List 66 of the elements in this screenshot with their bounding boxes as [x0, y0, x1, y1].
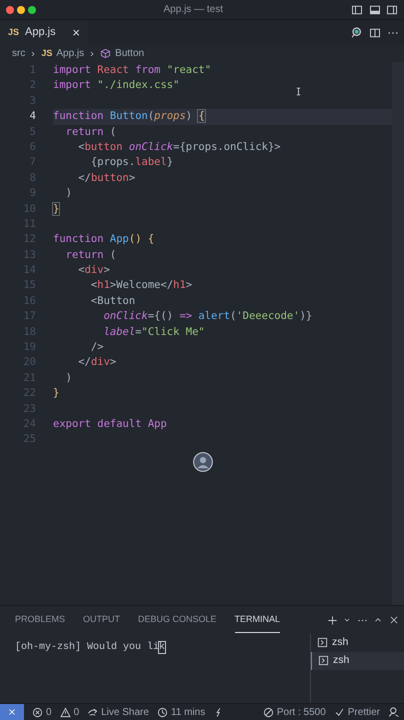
no-entry-icon[interactable] — [262, 706, 274, 718]
search-icon[interactable] — [350, 26, 364, 39]
code-line: <button onClick={props.onClick}> — [77, 140, 281, 153]
warning-icon[interactable] — [60, 706, 71, 718]
code-line: <h1>Welcome</h1> — [90, 279, 192, 292]
terminal-icon — [317, 637, 328, 648]
chevron-down-icon[interactable] — [343, 616, 351, 624]
sidebar-toggle-icon[interactable] — [386, 4, 398, 16]
code-line: /> — [90, 341, 104, 354]
panel-toggle-icon[interactable] — [368, 4, 380, 16]
close-icon[interactable] — [388, 615, 398, 625]
panel-tab[interactable]: PROBLEMS — [15, 607, 66, 633]
code-line: </button> — [77, 172, 136, 184]
sidebar-toggle-icon[interactable] — [351, 4, 363, 16]
code-line: import "./index.css" — [53, 79, 180, 92]
status-item[interactable]: 0 — [74, 704, 80, 720]
panel-tab[interactable]: TERMINAL — [234, 606, 280, 634]
code-line: return ( — [64, 126, 116, 138]
remote-button[interactable] — [0, 704, 24, 720]
code-line: function App() { — [53, 233, 154, 246]
plus-icon[interactable] — [326, 614, 338, 626]
code-line: } — [53, 202, 60, 215]
code-line: ) — [64, 187, 72, 200]
line-number: 4 — [28, 109, 37, 124]
feedback-icon[interactable] — [388, 706, 400, 718]
error-icon[interactable] — [32, 706, 43, 718]
code-line: function Button(props) { — [53, 110, 205, 122]
status-item[interactable]: Live Share — [101, 704, 149, 720]
code-line: return ( — [64, 248, 116, 261]
scrollbar[interactable] — [392, 62, 404, 605]
check-icon[interactable] — [334, 706, 345, 718]
history-icon[interactable] — [156, 706, 168, 718]
status-item[interactable]: 0 — [46, 704, 52, 720]
breadcrumb-item[interactable]: src — [12, 46, 26, 61]
code-line: } — [53, 387, 60, 400]
avatar-icon — [193, 452, 213, 472]
breadcrumb-item[interactable]: App.js — [56, 46, 84, 61]
text-cursor-icon — [294, 86, 303, 97]
code-line: <div> — [77, 264, 110, 276]
panel-tab[interactable]: DEBUG CONSOLE — [138, 607, 217, 633]
breadcrumb-item[interactable]: Button — [115, 46, 144, 61]
split-editor-icon[interactable] — [369, 26, 381, 38]
status-item[interactable]: 11 mins — [170, 704, 206, 720]
code-line: </div> — [77, 356, 116, 368]
code-line: ) — [64, 372, 72, 384]
code-line: {props.label} — [90, 156, 174, 168]
code-line: label="Click Me" — [102, 326, 205, 338]
panel-tab[interactable]: OUTPUT — [83, 607, 120, 633]
status-item[interactable]: Port : 5500 — [276, 704, 326, 720]
remote-icon — [7, 707, 17, 717]
terminal-list-item[interactable]: zsh — [311, 634, 404, 652]
cube-icon — [100, 48, 112, 59]
file-type-label: JS — [8, 26, 20, 39]
code-line: import React from "react" — [53, 64, 212, 76]
code-line: onClick={() => alert('Deeecode')} — [102, 310, 312, 322]
close-icon[interactable]: × — [72, 22, 80, 42]
code-line: <Button — [90, 294, 136, 307]
file-type-label: JS — [41, 46, 52, 60]
status-item[interactable]: Prettier — [348, 704, 380, 720]
terminal-output: [oh-my-zsh] Would you lik — [15, 642, 166, 653]
terminal-list-item[interactable]: zsh — [311, 652, 404, 670]
terminal-icon — [318, 655, 329, 666]
share-icon[interactable] — [87, 706, 98, 718]
tab-label: App.js — [25, 25, 57, 40]
window-title: App.js — test — [162, 3, 224, 17]
code-line: export default App — [53, 418, 167, 430]
